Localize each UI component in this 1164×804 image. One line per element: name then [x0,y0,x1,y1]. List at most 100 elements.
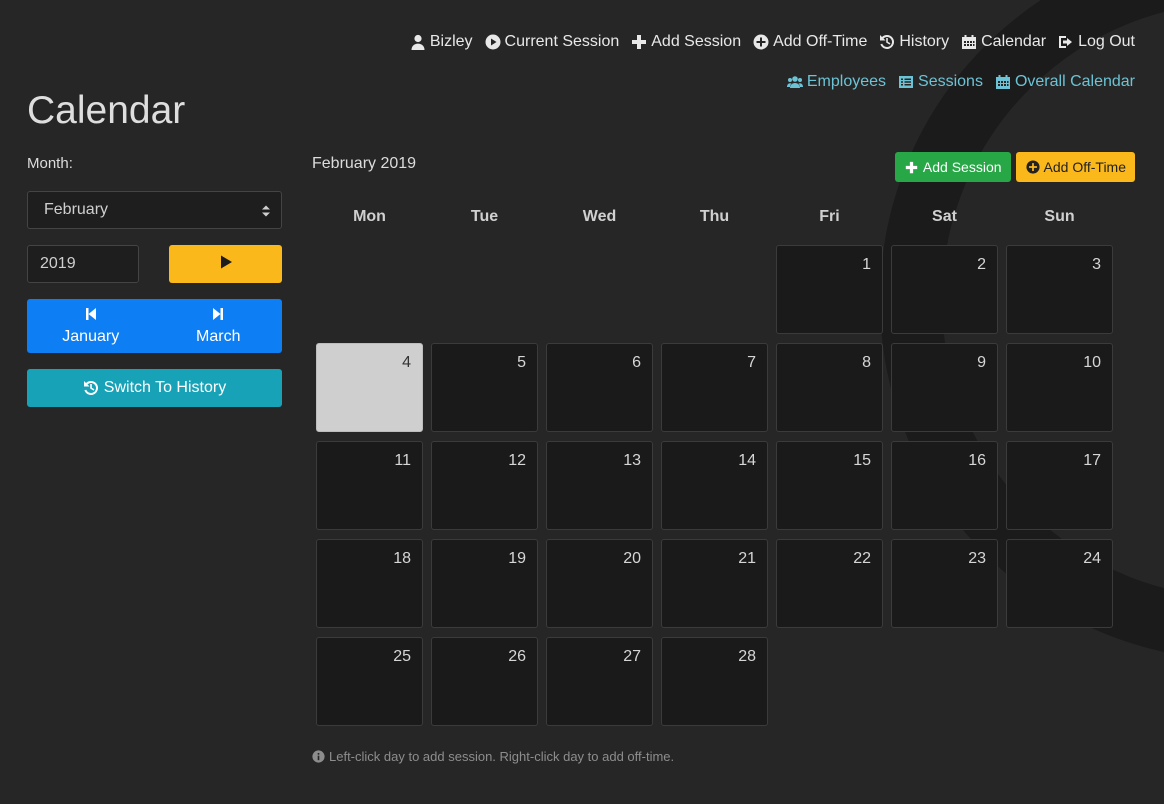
day-number: 28 [738,648,756,665]
switch-to-history-button[interactable]: Switch To History [27,369,282,407]
plus-icon [904,159,920,175]
calendar-day[interactable]: 3 [1006,245,1113,334]
calendar-day[interactable]: 21 [661,539,768,628]
play-icon [218,254,234,275]
prev-month-button[interactable]: January [27,299,155,353]
info-circle-icon [312,750,325,763]
day-number: 20 [623,550,641,567]
day-number: 1 [862,256,871,273]
day-number: 2 [977,256,986,273]
calendar-actions: Add Session Add Off-Time [894,152,1135,182]
add-off-time-button[interactable]: Add Off-Time [1015,152,1135,182]
nav-add-session-link[interactable]: Add Session [631,33,741,51]
nav-history-label: History [899,33,950,50]
calendar-day[interactable]: 15 [776,441,883,530]
calendar-day[interactable]: 22 [776,539,883,628]
calendar-hint-text: Left-click day to add session. Right-cli… [329,749,675,764]
month-label: Month: [27,155,73,172]
calendar-day[interactable]: 10 [1006,343,1113,432]
calendar-icon [995,74,1011,90]
step-forward-icon [212,307,224,326]
calendar-hint: Left-click day to add session. Right-cli… [312,749,674,764]
history-icon [879,34,895,50]
calendar-day-today[interactable]: 4 [316,343,423,432]
nav-current-session-link[interactable]: Current Session [485,33,620,51]
nav-log-out-link[interactable]: Log Out [1058,33,1135,51]
prev-month-label: January [62,327,120,345]
nav-employees-label: Employees [806,73,887,90]
calendar-day[interactable]: 2 [891,245,998,334]
day-number: 5 [517,354,526,371]
weekday-header: Tue [470,208,499,225]
calendar-day[interactable]: 16 [891,441,998,530]
calendar-day[interactable]: 27 [546,637,653,726]
calendar-day[interactable]: 12 [431,441,538,530]
calendar-day[interactable]: 24 [1006,539,1113,628]
step-backward-icon [85,307,97,326]
calendar-day[interactable]: 6 [546,343,653,432]
top-navigation: Bizley Current Session Add Session Add O… [410,33,1135,51]
nav-add-off-time-label: Add Off-Time [773,33,868,50]
day-number: 24 [1083,550,1101,567]
day-number: 26 [508,648,526,665]
weekday-header: Thu [699,208,730,225]
add-session-label: Add Session [922,159,1002,175]
add-session-button[interactable]: Add Session [894,152,1011,182]
users-icon [786,74,803,90]
month-select-value: February [44,201,109,218]
calendar-day[interactable]: 7 [661,343,768,432]
nav-user-label: Bizley [429,33,473,50]
app: Bizley Current Session Add Session Add O… [0,0,1164,804]
plus-circle-icon [753,34,769,50]
calendar-day[interactable]: 28 [661,637,768,726]
day-number: 19 [508,550,526,567]
play-circle-icon [485,34,501,50]
calendar-day[interactable]: 14 [661,441,768,530]
day-number: 10 [1083,354,1101,371]
weekday-header: Sat [932,208,957,225]
nav-employees-link[interactable]: Employees [786,73,887,91]
select-caret-icon [261,203,271,219]
nav-history-link[interactable]: History [879,33,949,51]
nav-overall-calendar-link[interactable]: Overall Calendar [995,73,1135,91]
calendar-title: February 2019 [312,155,417,172]
calendar-day[interactable]: 11 [316,441,423,530]
nav-current-session-label: Current Session [504,33,620,50]
nav-add-session-label: Add Session [651,33,742,50]
day-number: 21 [738,550,756,567]
month-select[interactable]: February [27,191,282,229]
calendar-day[interactable]: 25 [316,637,423,726]
go-button[interactable] [169,245,282,283]
calendar-day[interactable]: 8 [776,343,883,432]
nav-user-link[interactable]: Bizley [410,33,473,51]
calendar-day[interactable]: 19 [431,539,538,628]
calendar-day[interactable]: 13 [546,441,653,530]
nav-add-off-time-link[interactable]: Add Off-Time [753,33,867,51]
day-number: 11 [394,452,411,469]
calendar-day[interactable]: 20 [546,539,653,628]
calendar-day[interactable]: 9 [891,343,998,432]
calendar-day[interactable]: 17 [1006,441,1113,530]
day-number: 17 [1083,452,1101,469]
plus-icon [631,34,647,50]
calendar-day[interactable]: 18 [316,539,423,628]
add-off-time-label: Add Off-Time [1043,159,1126,175]
nav-calendar-link[interactable]: Calendar [961,33,1046,51]
day-number: 27 [623,648,641,665]
day-number: 14 [738,452,756,469]
year-input[interactable]: 2019 [27,245,139,283]
nav-overall-calendar-label: Overall Calendar [1014,73,1135,90]
calendar-icon [961,34,977,50]
switch-history-label: Switch To History [103,379,227,396]
plus-circle-icon [1025,159,1041,175]
month-navigation: January March [27,299,282,353]
nav-sessions-link[interactable]: Sessions [898,73,983,91]
nav-calendar-label: Calendar [981,33,1047,50]
day-number: 12 [508,452,526,469]
next-month-button[interactable]: March [155,299,283,353]
calendar-day[interactable]: 26 [431,637,538,726]
calendar-day[interactable]: 5 [431,343,538,432]
calendar-day[interactable]: 1 [776,245,883,334]
day-number: 9 [977,354,986,371]
calendar-day[interactable]: 23 [891,539,998,628]
